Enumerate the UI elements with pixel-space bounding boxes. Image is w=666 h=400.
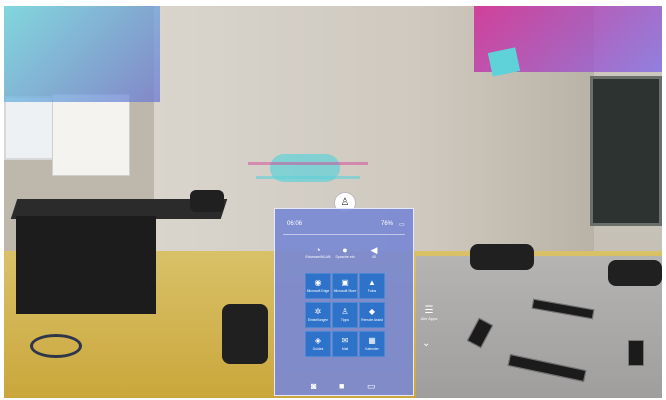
- photos-icon: ▲: [368, 278, 376, 287]
- floor-cable: [30, 334, 82, 358]
- gear-icon: ✲: [314, 307, 322, 316]
- tile-edge[interactable]: ◉ Microsoft Edge: [305, 273, 331, 299]
- start-menu: 06:06 76% ▭ ◔ EduroamWLAN ● Sprache ein …: [274, 208, 414, 396]
- clock: 06:06: [287, 221, 303, 227]
- table-port: [628, 340, 644, 366]
- chair: [608, 260, 662, 286]
- wifi-toggle[interactable]: ◔ EduroamWLAN: [303, 245, 333, 259]
- speaker-icon: ◀: [370, 245, 378, 255]
- wifi-icon: ◔: [315, 245, 321, 255]
- battery-label: 76%: [381, 221, 394, 227]
- mail-icon: ✉: [341, 336, 349, 345]
- chalkboard: [590, 76, 662, 226]
- remote-assist-icon: ◆: [368, 307, 376, 316]
- all-apps-button[interactable]: ☰ Alle Apps: [418, 305, 440, 322]
- tile-guides[interactable]: ◈ Guides: [305, 331, 331, 357]
- tile-mail[interactable]: ✉ Mail: [332, 331, 358, 357]
- left-desk-body: [16, 216, 156, 314]
- divider: [283, 234, 405, 235]
- camera-icon[interactable]: ◙: [311, 381, 316, 391]
- cast-icon[interactable]: ▭: [367, 381, 376, 392]
- all-apps-label: Alle Apps: [420, 316, 438, 321]
- tile-remote-assist[interactable]: ◆ Remote Assist: [359, 302, 385, 328]
- flipchart: [52, 94, 130, 176]
- wifi-label: EduroamWLAN: [305, 255, 331, 259]
- tile-settings[interactable]: ✲ Einstellungen: [305, 302, 331, 328]
- speech-toggle[interactable]: ● Sprache ein: [330, 245, 360, 259]
- guides-icon: ◈: [314, 336, 322, 345]
- microphone-icon: ●: [342, 245, 348, 255]
- chevron-down-icon[interactable]: ⌄: [422, 338, 430, 349]
- speech-label: Sprache ein: [335, 255, 355, 259]
- headset-hologram: [248, 146, 368, 190]
- volume-control[interactable]: ◀ 40: [359, 245, 389, 259]
- mixed-reality-view: ♙ 06:06 76% ▭ ◔ EduroamWLAN ● Sprache ei…: [4, 6, 662, 398]
- chair: [190, 190, 224, 212]
- hologram-building-cyan: [4, 6, 160, 102]
- tile-tips[interactable]: ♙ Tipps: [332, 302, 358, 328]
- tile-photos[interactable]: ▲ Fotos: [359, 273, 385, 299]
- edge-icon: ◉: [314, 278, 322, 287]
- tile-store[interactable]: ▣ Microsoft Store: [332, 273, 358, 299]
- video-icon[interactable]: ■: [339, 381, 344, 391]
- volume-label: 40: [372, 255, 376, 259]
- battery-icon: ▭: [399, 222, 405, 228]
- calendar-icon: ▦: [368, 336, 376, 345]
- tips-icon: ♙: [341, 307, 349, 316]
- store-icon: ▣: [341, 278, 349, 287]
- chair: [470, 244, 534, 270]
- chair: [222, 304, 268, 364]
- tile-calendar[interactable]: ▦ Kalender: [359, 331, 385, 357]
- list-icon: ☰: [424, 305, 434, 316]
